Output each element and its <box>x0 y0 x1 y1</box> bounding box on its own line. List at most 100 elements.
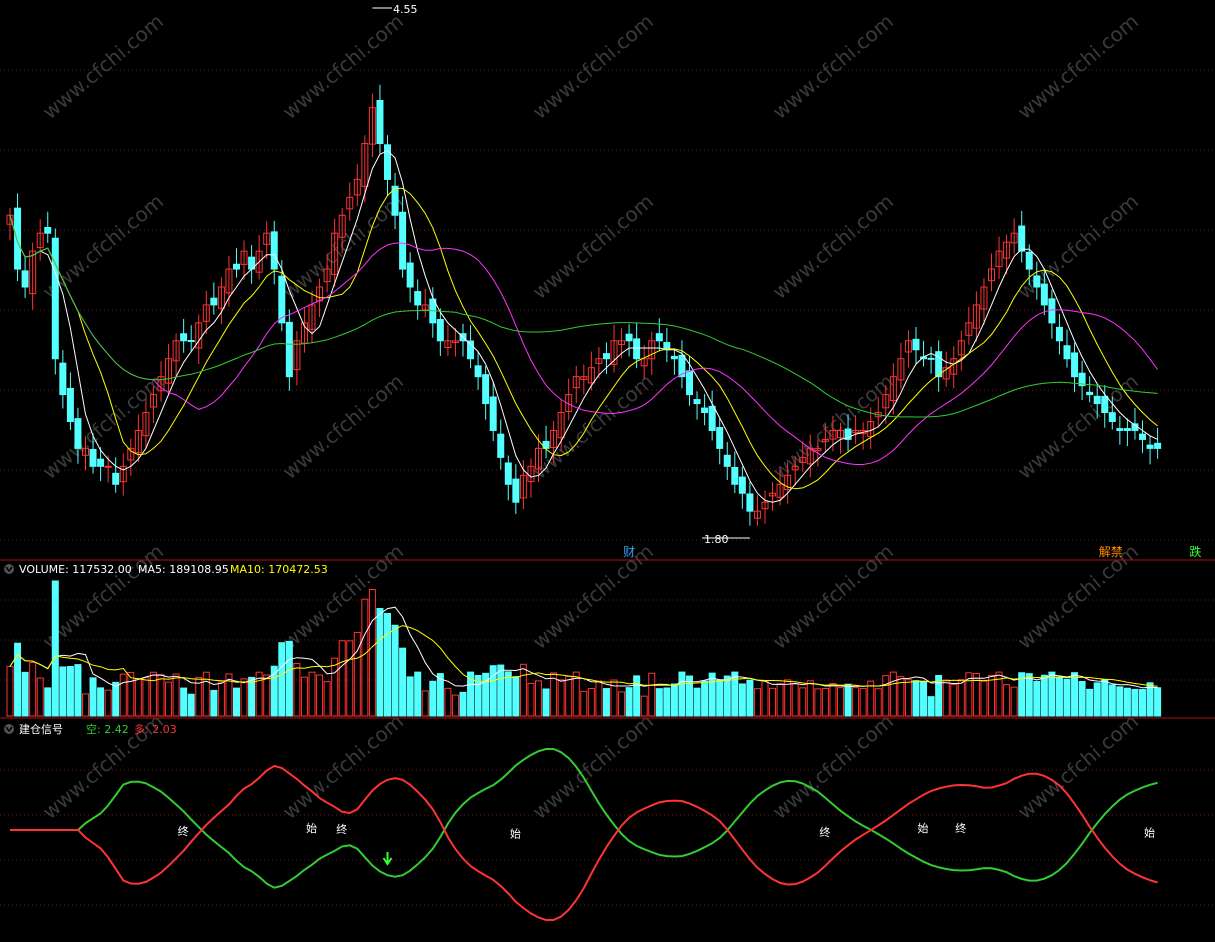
stock-chart: www.cfchi.com www.cfchi.com www.cfchi.com w… <box>0 3 1215 921</box>
volume-bar <box>1033 680 1041 717</box>
signal-empty-label: 空: 2.42 <box>86 722 129 736</box>
candle-body <box>384 144 391 180</box>
candle-body <box>482 374 490 405</box>
volume-ma5-label: MA5: 189108.95 <box>138 563 229 576</box>
volume-bar <box>791 683 799 717</box>
candle-body <box>504 462 512 485</box>
candle-body <box>1071 352 1079 378</box>
candle-body <box>44 226 52 234</box>
volume-bar <box>1048 671 1056 717</box>
volume-bar <box>112 681 120 717</box>
watermark-text: www.cfchi.com <box>528 189 658 304</box>
volume-bar <box>361 598 369 717</box>
volume-bar <box>746 679 754 717</box>
candle-body <box>474 365 482 378</box>
candle-body <box>1033 275 1041 288</box>
volume-bar <box>59 666 67 717</box>
signal-event: 始 <box>306 821 317 835</box>
candle-body <box>270 231 278 270</box>
signal-event: 始 <box>510 827 521 841</box>
candle-body <box>233 263 240 270</box>
candle-body <box>51 237 59 360</box>
volume-bar <box>920 680 928 717</box>
volume-bar <box>784 679 792 717</box>
volume-bar <box>21 671 29 717</box>
volume-bar <box>693 687 701 717</box>
watermark-text: www.cfchi.com <box>528 539 658 654</box>
volume-bar <box>368 589 376 717</box>
volume-bar <box>1071 672 1079 717</box>
volume-bar <box>451 694 459 717</box>
volume-bar <box>1078 681 1086 717</box>
volume-bar <box>927 696 935 717</box>
volume-bar <box>293 662 301 717</box>
candle-body <box>497 433 505 458</box>
price-marker: 解禁 <box>1099 545 1123 559</box>
candle-body <box>467 340 475 360</box>
volume-bar <box>444 687 452 717</box>
volume-bar <box>708 672 716 717</box>
candle-body <box>489 396 497 431</box>
watermark-text: www.cfchi.com <box>278 9 408 124</box>
volume-bar <box>1086 688 1094 717</box>
watermark-text: www.cfchi.com <box>768 539 898 654</box>
volume-bar <box>187 693 195 717</box>
volume-collapse-icon[interactable] <box>4 564 14 574</box>
candle-body <box>1108 412 1116 422</box>
candle-body <box>1063 345 1071 360</box>
volume-bar <box>489 665 497 717</box>
watermark-text: www.cfchi.com <box>38 9 168 124</box>
volume-bar <box>157 674 165 717</box>
candle-body <box>1018 225 1026 252</box>
volume-bar <box>837 687 844 717</box>
candle-body <box>1093 395 1101 405</box>
candle-body <box>716 427 724 449</box>
watermark-text: www.cfchi.com <box>768 189 898 304</box>
volume-bar <box>723 675 731 717</box>
volume-bar <box>912 680 920 717</box>
volume-bar <box>459 691 467 717</box>
volume-bar <box>1131 688 1139 717</box>
signal-collapse-icon[interactable] <box>4 724 14 734</box>
volume-bar <box>429 680 437 717</box>
volume-bar <box>844 683 852 717</box>
candle-body <box>723 454 731 467</box>
volume-bar <box>701 680 709 717</box>
volume-bar <box>633 675 641 717</box>
volume-bar <box>882 675 890 717</box>
signal-event: 终 <box>955 821 966 835</box>
watermark-text: www.cfchi.com <box>1013 369 1143 484</box>
volume-bar <box>384 612 391 717</box>
candle-body <box>180 333 188 342</box>
candle-body <box>285 321 293 378</box>
candle-body <box>59 362 67 396</box>
candle-body <box>1123 428 1131 431</box>
candle-body <box>1025 251 1033 270</box>
volume-bar <box>821 688 829 717</box>
volume-bar <box>1025 673 1033 717</box>
watermark-text: www.cfchi.com <box>278 369 408 484</box>
volume-bar <box>285 640 293 717</box>
candle-body <box>399 211 407 270</box>
watermark-text: www.cfchi.com <box>1013 709 1143 824</box>
candle-body <box>89 448 97 467</box>
volume-bar <box>1093 682 1101 717</box>
volume-bar <box>648 672 656 717</box>
volume-bar <box>74 664 82 717</box>
candle-body <box>104 465 112 468</box>
volume-bar <box>799 687 807 717</box>
volume-bar <box>542 688 550 717</box>
volume-bar <box>519 663 527 717</box>
candle-body <box>1139 433 1146 440</box>
signal-long-label: 多: 2.03 <box>134 722 177 736</box>
candle-body <box>708 405 716 431</box>
candle-body <box>655 333 663 342</box>
signal-event: 终 <box>178 824 189 838</box>
candle-body <box>602 353 610 360</box>
candle-body <box>187 340 195 343</box>
price-low-label: 1.80 <box>704 533 729 546</box>
volume-bar <box>119 673 127 717</box>
grid-lines <box>0 69 1215 906</box>
volume-bar <box>942 679 950 717</box>
volume-bar <box>6 665 14 717</box>
